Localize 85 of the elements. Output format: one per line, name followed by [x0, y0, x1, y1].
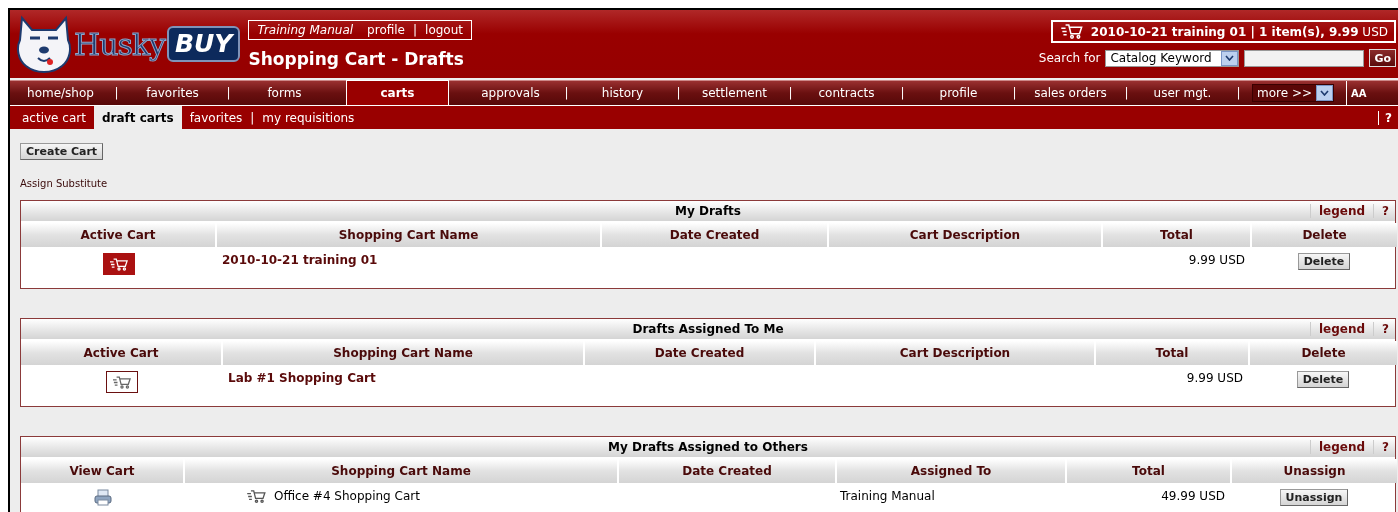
separator: |	[787, 85, 794, 102]
separator: |	[899, 85, 906, 102]
section-title: Drafts Assigned To Me	[632, 322, 784, 336]
section-title: My Drafts	[675, 204, 741, 218]
column-header: Date Created	[584, 341, 815, 365]
printer-icon[interactable]	[93, 489, 112, 506]
active-cart-icon[interactable]	[102, 253, 135, 275]
cart-name-link[interactable]: 2010-10-21 training 01	[216, 253, 601, 267]
column-header: Delete	[1251, 223, 1397, 247]
column-header: Active Cart	[21, 341, 222, 365]
header-link[interactable]: profile	[367, 23, 405, 37]
page-title: Shopping Cart - Drafts	[248, 49, 465, 69]
cart-name: Office #4 Shopping Cart	[274, 489, 420, 503]
legend-link[interactable]: legend	[1309, 440, 1366, 454]
separator: |	[563, 85, 570, 102]
help-link[interactable]: ?	[1378, 110, 1392, 125]
nav-tab[interactable]: home/shop	[10, 81, 111, 105]
nav-tab[interactable]: forms	[234, 81, 335, 105]
total-amount: 9.99 USD	[1187, 253, 1246, 267]
nav-tab[interactable]: profile	[908, 81, 1009, 105]
legend-link[interactable]: legend	[1309, 204, 1366, 218]
search-scope-dropdown[interactable]: Catalog Keyword	[1105, 49, 1240, 67]
column-header: Unassign	[1231, 459, 1397, 483]
set-active-cart-icon[interactable]	[105, 371, 138, 393]
help-link[interactable]: ?	[1373, 322, 1389, 336]
cart-icon	[247, 489, 266, 503]
column-header: Cart Description	[815, 341, 1095, 365]
column-header: Cart Description	[828, 223, 1102, 247]
help-link[interactable]: ?	[1373, 204, 1389, 218]
separator: |	[250, 110, 255, 125]
cart-summary[interactable]: 2010-10-21 training 01 | 1 item(s), 9.99 USD	[1050, 20, 1396, 43]
subnav-tab[interactable]: active cart	[14, 106, 94, 129]
column-header: Date Created	[618, 459, 836, 483]
row-action-button[interactable]: Unassign	[1279, 489, 1349, 506]
separator: |	[225, 85, 232, 102]
logo-wordmark: Husky	[74, 26, 165, 62]
section-title: My Drafts Assigned to Others	[608, 440, 808, 454]
create-cart-button[interactable]: Create Cart	[20, 143, 104, 160]
column-header: Date Created	[601, 223, 828, 247]
text-size-control[interactable]: AA	[1346, 81, 1367, 105]
help-link[interactable]: ?	[1373, 440, 1389, 454]
nav-tab[interactable]: history	[572, 81, 673, 105]
column-header: Shopping Cart Name	[222, 341, 584, 365]
search-label: Search for	[1038, 51, 1101, 65]
nav-tab[interactable]: favorites	[122, 81, 223, 105]
nav-tab[interactable]: sales orders	[1020, 81, 1121, 105]
row-action-button[interactable]: Delete	[1296, 371, 1350, 388]
go-button[interactable]: Go	[1369, 49, 1396, 67]
user-name: Training Manual	[257, 23, 354, 37]
search-field[interactable]	[1244, 49, 1365, 67]
row-action-button[interactable]: Delete	[1297, 253, 1351, 270]
assign-substitute-link[interactable]: Assign Substitute	[20, 178, 1396, 189]
column-header: Delete	[1249, 341, 1397, 365]
subnav-tab[interactable]: favorites	[181, 106, 251, 129]
column-header: Shopping Cart Name	[216, 223, 601, 247]
nav-tab[interactable]: user mgt.	[1132, 81, 1233, 105]
cart-name-link[interactable]: Lab #1 Shopping Cart	[222, 371, 584, 385]
separator: |	[1011, 85, 1018, 102]
subnav-tab[interactable]: my requisitions	[254, 106, 363, 129]
nav-tab[interactable]: carts	[346, 80, 449, 105]
legend-link[interactable]: legend	[1309, 322, 1366, 336]
column-header: Assigned To	[836, 459, 1066, 483]
subnav-tab[interactable]: draft carts	[93, 106, 182, 129]
more-dropdown[interactable]: more >>	[1252, 84, 1334, 102]
nav-tab[interactable]: settlement	[684, 81, 785, 105]
column-header: Active Cart	[21, 223, 216, 247]
column-header: Total	[1102, 223, 1251, 247]
header-link[interactable]: logout	[425, 23, 463, 37]
logo-badge: BUY	[167, 26, 241, 62]
separator: |	[1235, 85, 1242, 102]
assignee-name: Training Manual	[839, 489, 936, 503]
nav-tab[interactable]: approvals	[460, 81, 561, 105]
separator: |	[413, 23, 418, 37]
husky-mascot-drawing	[16, 14, 72, 74]
nav-tab[interactable]: contracts	[796, 81, 897, 105]
separator: |	[113, 85, 120, 102]
cart-icon	[1060, 24, 1083, 39]
total-amount: 49.99 USD	[1160, 489, 1226, 503]
column-header: Total	[1066, 459, 1231, 483]
column-header: View Cart	[21, 459, 184, 483]
separator: |	[675, 85, 682, 102]
separator: |	[1123, 85, 1130, 102]
column-header: Shopping Cart Name	[184, 459, 618, 483]
column-header: Total	[1095, 341, 1249, 365]
total-amount: 9.99 USD	[1185, 371, 1244, 385]
